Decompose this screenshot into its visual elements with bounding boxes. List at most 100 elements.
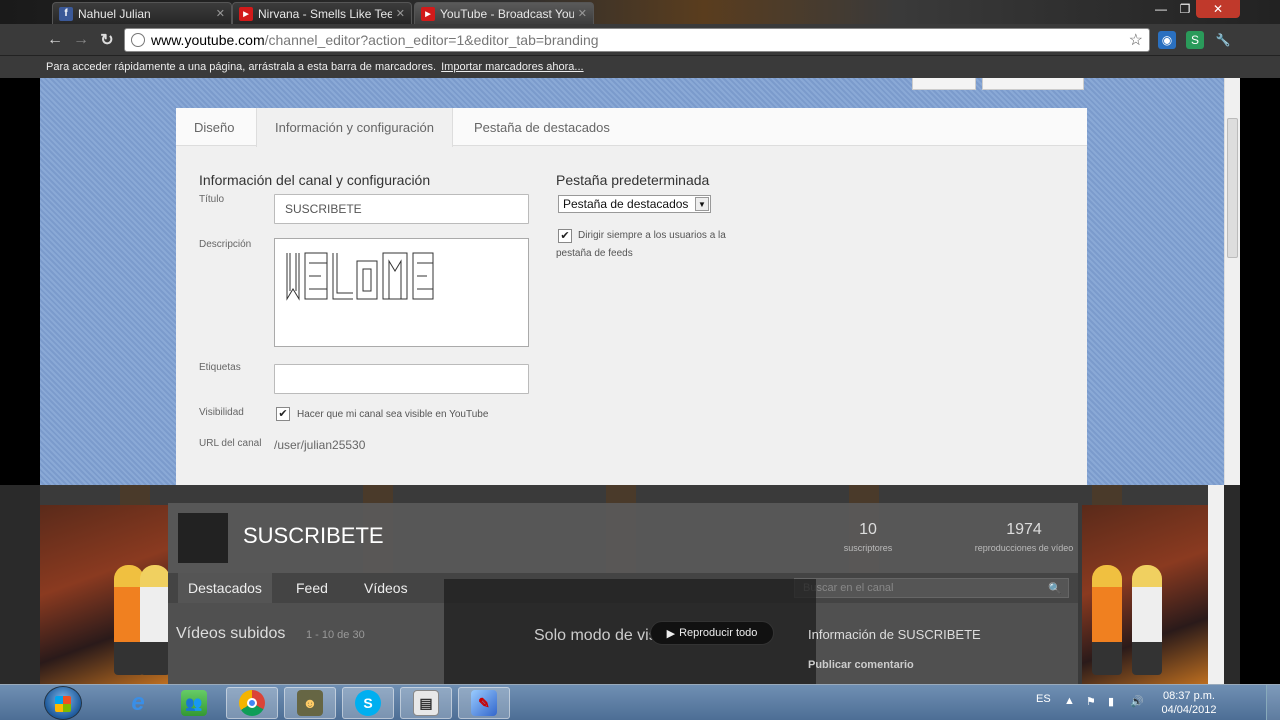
title-label: Título — [199, 194, 225, 205]
editor-tabs: Diseño Información y configuración Pesta… — [176, 108, 1087, 147]
visibility-text: Hacer que mi canal sea visible en YouTub… — [297, 409, 489, 420]
tab-nirvana[interactable]: ▶ Nirvana - Smells Like Teen ✕ — [232, 2, 412, 24]
maximize-button[interactable]: ❐ — [1172, 0, 1198, 18]
address-bar[interactable]: www.youtube.com /channel_editor?action_e… — [124, 28, 1150, 52]
play-all-button[interactable]: ▶ Reproducir todo — [650, 621, 774, 645]
tab-destacados[interactable]: Pestaña de destacados — [456, 108, 628, 146]
channel-editor: Diseño Información y configuración Pesta… — [176, 108, 1087, 485]
top-button[interactable] — [912, 78, 976, 90]
network-icon[interactable]: ▮ — [1108, 695, 1122, 709]
tags-input[interactable] — [274, 364, 529, 394]
naruto-figure — [1092, 565, 1122, 675]
browser-toolbar: ← → ↻ www.youtube.com /channel_editor?ac… — [0, 24, 1280, 56]
uploads-count: 1 - 10 de 30 — [306, 629, 365, 641]
minato-figure — [140, 565, 170, 675]
tab-videos-preview[interactable]: Vídeos — [354, 573, 418, 603]
tab-feed-preview[interactable]: Feed — [286, 573, 338, 603]
top-button[interactable] — [982, 78, 1084, 90]
bookmarks-bar: Para acceder rápidamente a una página, a… — [0, 56, 1280, 78]
channel-name: SUSCRIBETE — [243, 523, 384, 548]
default-tab-select[interactable]: Pestaña de destacados ▼ — [558, 195, 711, 213]
tab-label: Nahuel Julian — [78, 6, 151, 21]
page-scrollbar[interactable] — [1224, 78, 1240, 485]
taskbar-window-app[interactable]: ▤ — [400, 687, 452, 719]
internet-explorer-icon: e — [131, 689, 145, 716]
subscribers-label: suscriptores — [843, 543, 893, 553]
taskbar-chrome[interactable] — [226, 687, 278, 719]
start-button[interactable] — [44, 686, 82, 720]
tab-youtube-broadcast[interactable]: ▶ YouTube - Broadcast Yours ✕ — [414, 2, 594, 24]
default-tab-title: Pestaña predeterminada — [556, 172, 710, 188]
taskbar-ie[interactable]: e — [112, 687, 164, 719]
tab-destacados-preview[interactable]: Destacados — [178, 573, 272, 603]
play-icon: ▶ — [666, 627, 676, 640]
scrollbar-thumb[interactable] — [1227, 118, 1238, 258]
tab-facebook[interactable]: f Nahuel Julian ✕ — [52, 2, 232, 24]
system-clock[interactable]: 08:37 p.m. 04/04/2012 — [1152, 689, 1226, 717]
window-close-button[interactable]: ✕ — [1196, 0, 1240, 18]
taskbar-contacts[interactable]: 👥 — [168, 687, 220, 719]
search-icon[interactable]: 🔍 — [1048, 582, 1062, 595]
taskbar-paint-app[interactable]: ✎ — [458, 687, 510, 719]
globe-icon — [131, 33, 145, 47]
uploads-title: Vídeos subidos — [176, 625, 286, 642]
chrome-icon — [239, 690, 265, 716]
import-bookmarks-link[interactable]: Importar marcadores ahora... — [441, 61, 583, 73]
feeds-checkbox[interactable]: ✔ — [558, 229, 572, 243]
bookmark-star-icon[interactable]: ☆ — [1129, 30, 1143, 50]
contacts-icon: 👥 — [181, 690, 207, 716]
close-icon[interactable]: ✕ — [216, 7, 225, 20]
windows-logo-icon — [55, 696, 71, 712]
url-path: /channel_editor?action_editor=1&editor_t… — [264, 32, 599, 48]
tray-expand-icon[interactable]: ▲ — [1064, 695, 1078, 709]
forward-arrow-icon[interactable]: → — [70, 30, 92, 50]
extension-eye-icon[interactable]: ◉ — [1158, 31, 1176, 49]
close-icon[interactable]: ✕ — [578, 7, 587, 20]
ascii-art-welcome — [286, 252, 434, 301]
description-textarea[interactable] — [274, 238, 529, 347]
views-label: reproducciones de vídeo — [974, 543, 1074, 553]
tab-diseno[interactable]: Diseño — [176, 108, 252, 146]
visibility-checkbox[interactable]: ✔ — [276, 407, 290, 421]
skype-icon: S — [355, 690, 381, 716]
taskbar-skype[interactable]: S — [342, 687, 394, 719]
feeds-text-2: pestaña de feeds — [556, 248, 633, 259]
channel-search-input[interactable]: Buscar en el canal 🔍 — [794, 578, 1069, 598]
section-title: Información del canal y configuración — [199, 172, 431, 188]
channel-preview: SUSCRIBETE 10 suscriptores 1974 reproduc… — [40, 485, 1210, 685]
language-indicator[interactable]: ES — [1036, 693, 1051, 705]
facebook-icon: f — [59, 6, 73, 21]
back-arrow-icon[interactable]: ← — [44, 30, 66, 50]
channel-header: SUSCRIBETE 10 suscriptores 1974 reproduc… — [168, 503, 1078, 583]
preview-scrollbar[interactable] — [1208, 485, 1224, 685]
youtube-icon: ▶ — [421, 6, 435, 21]
volume-icon[interactable]: 🔊 — [1130, 695, 1144, 709]
reload-icon[interactable]: ↻ — [96, 30, 118, 50]
taskbar-game[interactable]: ☻ — [284, 687, 336, 719]
dropdown-arrow-icon: ▼ — [695, 197, 709, 211]
channel-url-label: URL del canal — [199, 438, 262, 449]
views-count: 1974 — [1006, 521, 1042, 538]
paint-app-icon: ✎ — [471, 690, 497, 716]
channel-info-title: Información de SUSCRIBETE — [808, 627, 981, 642]
close-icon[interactable]: ✕ — [396, 7, 405, 20]
action-center-icon[interactable]: ⚑ — [1086, 695, 1100, 709]
page-background: Diseño Información y configuración Pesta… — [40, 78, 1224, 485]
window-app-icon: ▤ — [413, 690, 439, 716]
title-input[interactable]: SUSCRIBETE — [274, 194, 529, 224]
post-comment-label[interactable]: Publicar comentario — [808, 659, 914, 671]
subscribers-count: 10 — [859, 521, 877, 538]
tab-label: YouTube - Broadcast Yours — [440, 6, 574, 21]
minimize-button[interactable]: — — [1148, 0, 1174, 18]
tab-informacion[interactable]: Información y configuración — [256, 108, 453, 147]
naruto-banner-right — [1082, 505, 1210, 685]
default-tab-value: Pestaña de destacados — [563, 197, 689, 211]
visibility-label: Visibilidad — [199, 407, 244, 418]
youtube-icon: ▶ — [239, 6, 253, 21]
extension-skype-icon[interactable]: S — [1186, 31, 1204, 49]
naruto-banner-left — [40, 505, 170, 685]
channel-body: Vídeos subidos 1 - 10 de 30 Solo modo de… — [168, 579, 1078, 685]
show-desktop-button[interactable] — [1266, 685, 1280, 720]
wrench-icon[interactable]: 🔧 — [1214, 31, 1232, 49]
preview-overlay: Solo modo de vista previa ▶ Reproducir t… — [444, 579, 816, 685]
